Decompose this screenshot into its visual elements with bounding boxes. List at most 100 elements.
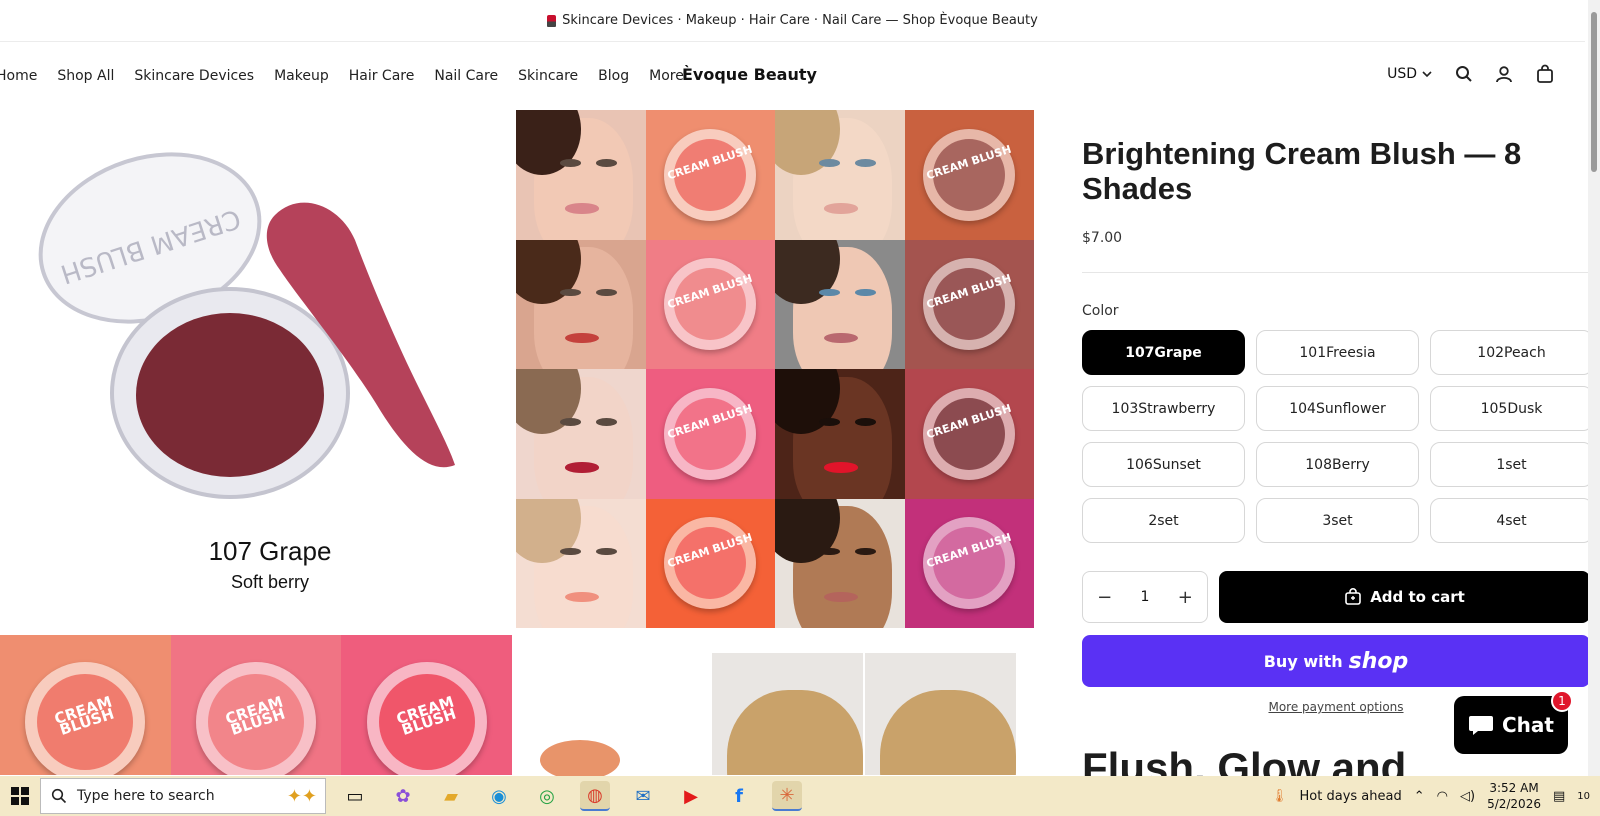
volume-icon[interactable]: ◁) [1460, 789, 1475, 804]
gallery-thumbnail-row[interactable]: CREAM BLUSH CREAM BLUSH CREAM BLUSH [0, 635, 513, 775]
nav-item-shop-all[interactable]: Shop All [57, 68, 114, 84]
shade-option-107grape[interactable]: 107Grape [1082, 330, 1245, 375]
claude-icon[interactable]: ✳ [772, 781, 802, 811]
clock-date: 5/2/2026 [1487, 797, 1541, 811]
header-actions: USD [1387, 64, 1555, 84]
add-to-cart-label: Add to cart [1370, 588, 1465, 606]
shop-pay-button[interactable]: Buy with shop [1082, 635, 1590, 687]
shade-option-1set[interactable]: 1set [1430, 442, 1593, 487]
whatsapp-icon[interactable]: ◎ [532, 781, 562, 811]
compact-photo: CREAM BLUSH [904, 239, 1034, 369]
model-photo [775, 239, 905, 369]
model-photo [775, 369, 905, 499]
add-to-cart-button[interactable]: Add to cart [1219, 571, 1590, 623]
nav-item-hair-care[interactable]: Hair Care [349, 68, 415, 84]
compact-photo: CREAM BLUSH [904, 369, 1034, 499]
product-swatch-image [540, 740, 620, 780]
shade-option-106sunset[interactable]: 106Sunset [1082, 442, 1245, 487]
nav-item-nail-care[interactable]: Nail Care [434, 68, 498, 84]
weather-text[interactable]: Hot days ahead [1300, 789, 1402, 804]
cart-icon[interactable] [1535, 64, 1555, 84]
currency-selector[interactable]: USD [1387, 66, 1433, 82]
start-button[interactable] [0, 787, 40, 805]
compact-photo: CREAM BLUSH [904, 498, 1034, 628]
before-after-image[interactable] [712, 653, 1016, 775]
taskbar-apps: ▭ ✿ ▰ ◉ ◎ ◍ ✉ ▶ f ✳ [340, 781, 802, 811]
nav-item-makeup[interactable]: Makeup [274, 68, 329, 84]
nav-item-blog[interactable]: Blog [598, 68, 629, 84]
site-header: Home Shop All Skincare Devices Makeup Ha… [0, 42, 1585, 110]
notification-count: 10 [1577, 790, 1590, 802]
chat-bubble-icon [1469, 716, 1493, 735]
brand-logo[interactable]: Èvoque Beauty [682, 65, 817, 84]
shade-option-108berry[interactable]: 108Berry [1256, 442, 1419, 487]
announcement-text: Skincare Devices · Makeup · Hair Care · … [562, 13, 1038, 28]
quantity-stepper: − 1 + [1082, 571, 1208, 623]
account-icon[interactable] [1495, 65, 1513, 83]
shade-option-2set[interactable]: 2set [1082, 498, 1245, 543]
product-title: Brightening Cream Blush — 8 Shades [1082, 136, 1522, 206]
shade-option-3set[interactable]: 3set [1256, 498, 1419, 543]
nav-item-skincare-devices[interactable]: Skincare Devices [134, 68, 254, 84]
model-photo [775, 498, 905, 628]
shade-option-103strawberry[interactable]: 103Strawberry [1082, 386, 1245, 431]
notifications-icon[interactable]: ▤ [1553, 789, 1565, 804]
chat-notification-badge: 1 [1551, 690, 1573, 712]
scrollbar-thumb[interactable] [1591, 12, 1597, 172]
weather-icon[interactable]: 🌡 [1271, 789, 1288, 804]
task-view-icon[interactable]: ▭ [340, 781, 370, 811]
buy-with-label: Buy with [1263, 651, 1343, 671]
taskbar-search[interactable]: Type here to search ✦✦ [40, 778, 326, 814]
currency-label: USD [1387, 66, 1417, 82]
file-explorer-icon[interactable]: ▰ [436, 781, 466, 811]
compact-photo: CREAM BLUSH [0, 635, 171, 775]
compact-photo: CREAM BLUSH [645, 110, 775, 240]
product-price: $7.00 [1082, 230, 1123, 246]
shade-option-102peach[interactable]: 102Peach [1430, 330, 1593, 375]
taskbar-clock[interactable]: 3:52 AM 5/2/2026 [1487, 780, 1541, 812]
color-options: 107Grape 101Freesia 102Peach 103Strawber… [1082, 330, 1593, 543]
chevron-up-icon[interactable]: ⌃ [1414, 789, 1425, 804]
shade-caption-title: 107 Grape [208, 536, 332, 566]
shade-option-105dusk[interactable]: 105Dusk [1430, 386, 1593, 431]
divider [1082, 272, 1590, 273]
network-icon[interactable]: ◠ [1437, 789, 1448, 804]
compact-photo: CREAM BLUSH [170, 635, 342, 775]
nav-item-more[interactable]: More [649, 68, 684, 84]
cream-blush-product-illustration: CREAM BLUSH [38, 152, 455, 499]
shade-caption-subtitle: Soft berry [230, 572, 310, 592]
chrome-icon[interactable]: ◍ [580, 781, 610, 811]
nav-item-skincare[interactable]: Skincare [518, 68, 578, 84]
model-photo [516, 369, 646, 499]
edge-icon[interactable]: ◉ [484, 781, 514, 811]
youtube-icon[interactable]: ▶ [676, 781, 706, 811]
search-icon [51, 788, 67, 804]
clock-time: 3:52 AM [1489, 781, 1539, 795]
copilot-icon[interactable]: ✿ [388, 781, 418, 811]
page-scrollbar[interactable] [1588, 0, 1600, 776]
windows-logo-icon [11, 787, 29, 805]
nav-item-home[interactable]: Home [0, 68, 37, 84]
compact-photo: CREAM BLUSH [904, 110, 1034, 240]
outlook-icon[interactable]: ✉ [628, 781, 658, 811]
shade-option-101freesia[interactable]: 101Freesia [1256, 330, 1419, 375]
compact-photo: CREAM BLUSH [645, 498, 775, 628]
shade-option-104sunflower[interactable]: 104Sunflower [1256, 386, 1419, 431]
plus-icon[interactable]: + [1178, 587, 1193, 608]
purchase-row: − 1 + Add to cart [1082, 571, 1590, 623]
chat-label: Chat [1502, 713, 1554, 737]
lipstick-icon [547, 14, 557, 27]
minus-icon[interactable]: − [1097, 587, 1112, 608]
quantity-value[interactable]: 1 [1141, 589, 1150, 605]
model-photo [516, 498, 646, 628]
system-tray: 🌡 Hot days ahead ⌃ ◠ ◁) 3:52 AM 5/2/2026… [1271, 776, 1600, 816]
windows-taskbar: Type here to search ✦✦ ▭ ✿ ▰ ◉ ◎ ◍ ✉ ▶ f… [0, 776, 1600, 816]
cart-icon [1345, 588, 1362, 605]
taskbar-search-placeholder: Type here to search [77, 788, 215, 804]
color-option-label: Color [1082, 303, 1119, 319]
facebook-icon[interactable]: f [724, 781, 754, 811]
shade-collage-image[interactable]: CREAM BLUSH CREAM BLUSH CREAM BLUSH CREA… [516, 110, 1034, 628]
search-icon[interactable] [1455, 65, 1473, 83]
shade-option-4set[interactable]: 4set [1430, 498, 1593, 543]
model-photo-before [712, 653, 863, 775]
